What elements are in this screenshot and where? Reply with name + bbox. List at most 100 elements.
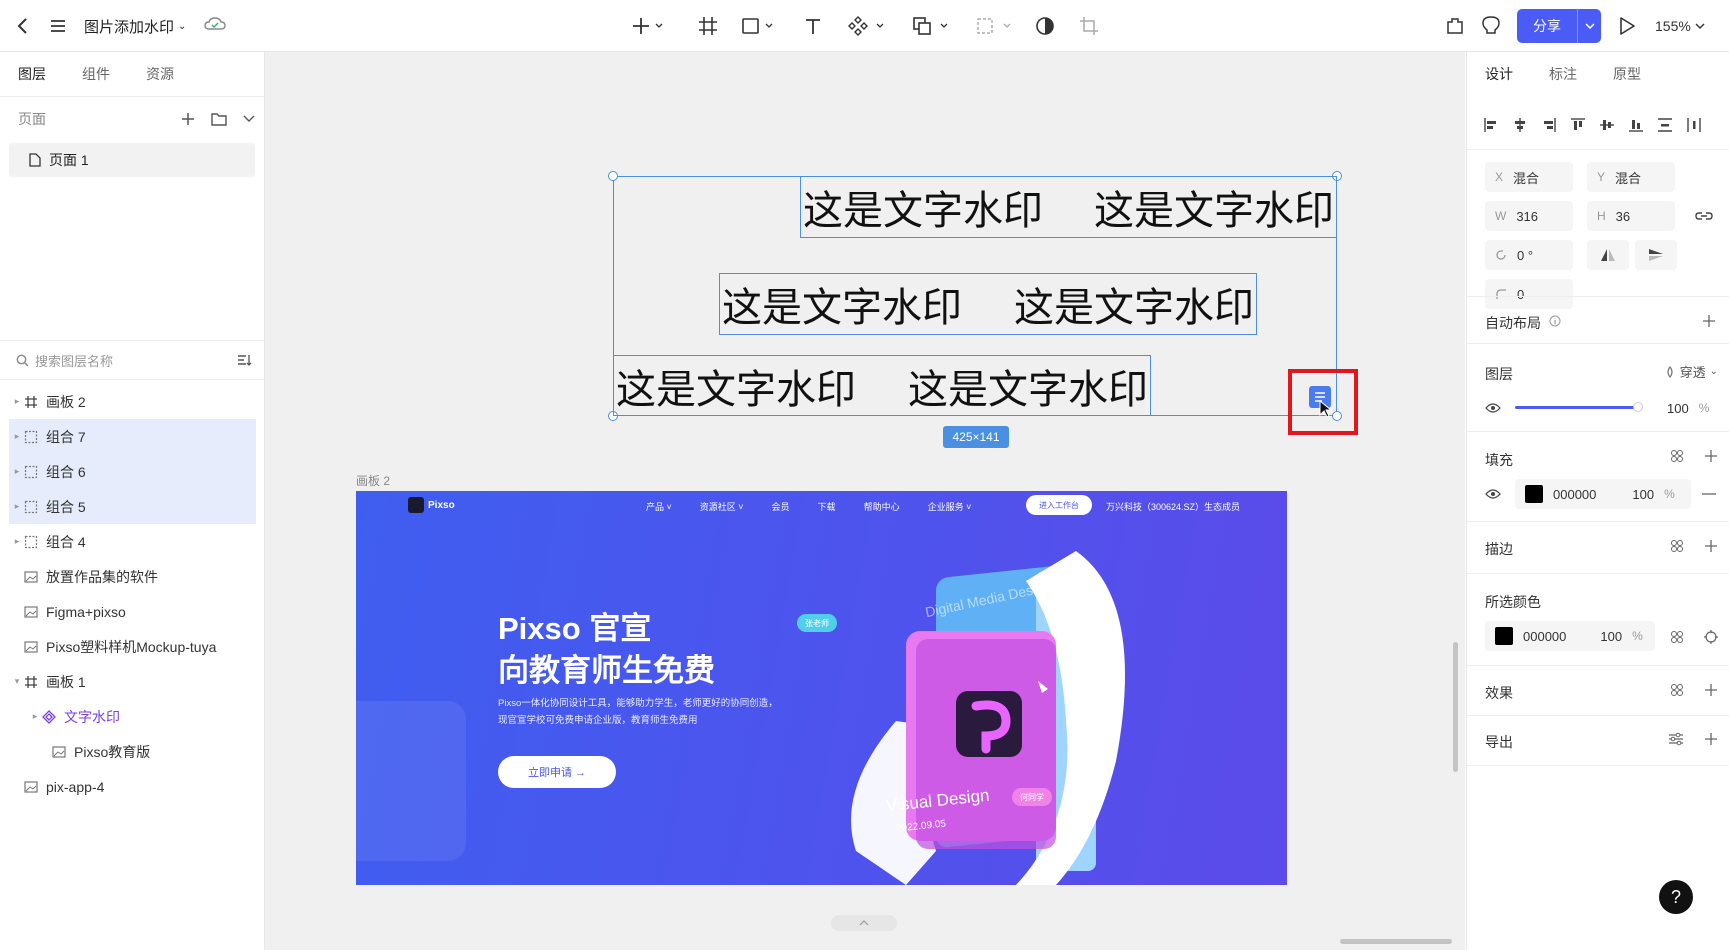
layer-item[interactable]: ▾ 画板 1 [0,664,265,699]
layer-item[interactable]: ▸ 组合 7 [9,419,256,454]
site-nav-item[interactable]: 资源社区 ˅ [700,500,744,513]
tab-assets[interactable]: 资源 [146,64,174,84]
blend-mode-select[interactable]: 穿透 ⌄ [1664,362,1718,381]
layer-item[interactable]: ▸ 文字水印 [0,699,265,734]
add-icon[interactable] [1702,314,1716,328]
layer-item[interactable]: ▸ 组合 5 [9,489,256,524]
align-right-icon[interactable] [1541,117,1557,133]
settings-sliders-icon[interactable] [1668,732,1684,746]
layer-item[interactable]: 放置作品集的软件 [0,559,265,594]
layer-search[interactable]: 搜索图层名称 [0,340,265,380]
tab-design[interactable]: 设计 [1485,64,1513,84]
eye-icon[interactable] [1485,488,1501,500]
add-icon[interactable] [1704,683,1718,697]
add-tool-icon[interactable] [628,0,668,52]
resize-handle[interactable] [608,171,618,181]
site-nav-item[interactable]: 会员 [772,500,790,513]
x-field[interactable]: X 混合 [1485,162,1573,192]
target-icon[interactable] [1704,630,1718,644]
artboard-label[interactable]: 画板 2 [356,472,390,489]
contrast-icon[interactable] [1032,0,1058,52]
tab-layers[interactable]: 图层 [18,64,46,84]
rotation-field[interactable]: 0 ° [1485,240,1573,270]
watermark-group[interactable]: 这是文字水印 这是文字水印 [613,355,1151,416]
y-field[interactable]: Y 混合 [1587,162,1675,192]
width-field[interactable]: W 316 [1485,201,1573,231]
tab-annotate[interactable]: 标注 [1549,64,1577,84]
eye-icon[interactable] [1485,402,1501,414]
layer-item[interactable]: ▸ 画板 2 [0,384,265,419]
color-swatch[interactable] [1495,627,1513,645]
search-input[interactable]: 搜索图层名称 [35,351,113,370]
document-title[interactable]: 图片添加水印 ⌄ [84,0,227,52]
align-left-icon[interactable] [1483,117,1499,133]
opacity-slider-handle[interactable] [1633,402,1643,412]
opacity-field[interactable]: 100% [1657,393,1719,423]
flip-vertical-button[interactable] [1635,240,1677,270]
watermark-text: 这是文字水印 [803,189,1043,233]
menu-icon[interactable] [46,0,70,52]
align-center-h-icon[interactable] [1512,117,1528,133]
frame-tool-icon[interactable] [694,0,722,52]
watermark-group[interactable]: 这是文字水印 这是文字水印 [719,273,1257,335]
opacity-slider[interactable] [1515,406,1637,409]
selected-color-field[interactable]: 000000 100 % [1485,621,1655,651]
distribute-horizontal-icon[interactable] [1686,117,1702,133]
tab-components[interactable]: 组件 [82,64,110,84]
align-top-icon[interactable] [1570,117,1586,133]
component-tool-icon[interactable] [846,0,888,52]
remove-icon[interactable] [1702,493,1716,495]
plugin-icon[interactable] [1442,0,1468,52]
link-icon[interactable] [1695,210,1713,222]
layer-item[interactable]: Pixso塑料样机Mockup-tuya [0,629,265,664]
text-tool-icon[interactable] [800,0,826,52]
distribute-vertical-icon[interactable] [1657,117,1673,133]
layer-item[interactable]: pix-app-4 [0,769,265,804]
boolean-tool-icon[interactable] [910,0,952,52]
horizontal-scrollbar[interactable] [1340,939,1452,944]
collapse-handle[interactable] [831,915,897,931]
site-nav-item[interactable]: 产品 ˅ [646,500,672,513]
back-icon[interactable] [10,0,34,52]
page-item[interactable]: 页面 1 [9,143,255,177]
align-center-v-icon[interactable] [1599,117,1615,133]
style-icon[interactable] [1670,683,1684,697]
share-button[interactable]: 分享 [1517,9,1601,43]
play-icon[interactable] [1614,0,1640,52]
add-icon[interactable] [1704,539,1718,553]
layer-item[interactable]: Figma+pixso [0,594,265,629]
shape-tool-icon[interactable] [738,0,778,52]
vertical-scrollbar[interactable] [1453,642,1458,772]
watermark-group[interactable]: 这是文字水印 这是文字水印 [800,176,1337,238]
tab-prototype[interactable]: 原型 [1613,64,1641,84]
fill-color-field[interactable]: 000000 100 % [1515,479,1691,509]
chevron-down-icon[interactable] [1577,9,1601,43]
tag-bubble: 何同学 [1012,788,1052,806]
site-nav-button[interactable]: 进入工作台 [1026,495,1092,515]
style-icon[interactable] [1670,630,1684,644]
lightbulb-icon[interactable] [1478,0,1504,52]
site-nav-item[interactable]: 帮助中心 [864,500,900,513]
align-bottom-icon[interactable] [1628,117,1644,133]
add-icon[interactable] [1704,449,1718,463]
help-button[interactable]: ? [1659,880,1693,914]
layer-item[interactable]: ▸ 组合 6 [9,454,256,489]
add-icon[interactable] [1704,732,1718,746]
layer-item[interactable]: ▸ 组合 4 [0,524,265,559]
filter-icon[interactable] [237,353,253,367]
artboard-image[interactable]: Pixso 产品 ˅ 资源社区 ˅ 会员 下载 帮助中心 企业服务 ˅ 进入工作… [356,491,1287,885]
hero-cta-button[interactable]: 立即申请 → [498,756,616,788]
style-icon[interactable] [1670,539,1684,553]
layer-item[interactable]: Pixso教育版 [0,734,265,769]
canvas[interactable]: 这是文字水印 这是文字水印 这是文字水印 这是文字水印 这是文字水印 这是文字水… [265,52,1465,950]
height-field[interactable]: H 36 [1587,201,1675,231]
chevron-down-icon[interactable] [243,115,255,123]
add-page-icon[interactable] [181,112,195,126]
zoom-level[interactable]: 155% [1655,0,1705,52]
site-nav-item[interactable]: 企业服务 ˅ [928,500,972,513]
style-icon[interactable] [1670,449,1684,463]
folder-icon[interactable] [211,112,227,126]
flip-horizontal-button[interactable] [1587,240,1629,270]
site-nav-item[interactable]: 下载 [818,500,836,513]
color-swatch[interactable] [1525,485,1543,503]
